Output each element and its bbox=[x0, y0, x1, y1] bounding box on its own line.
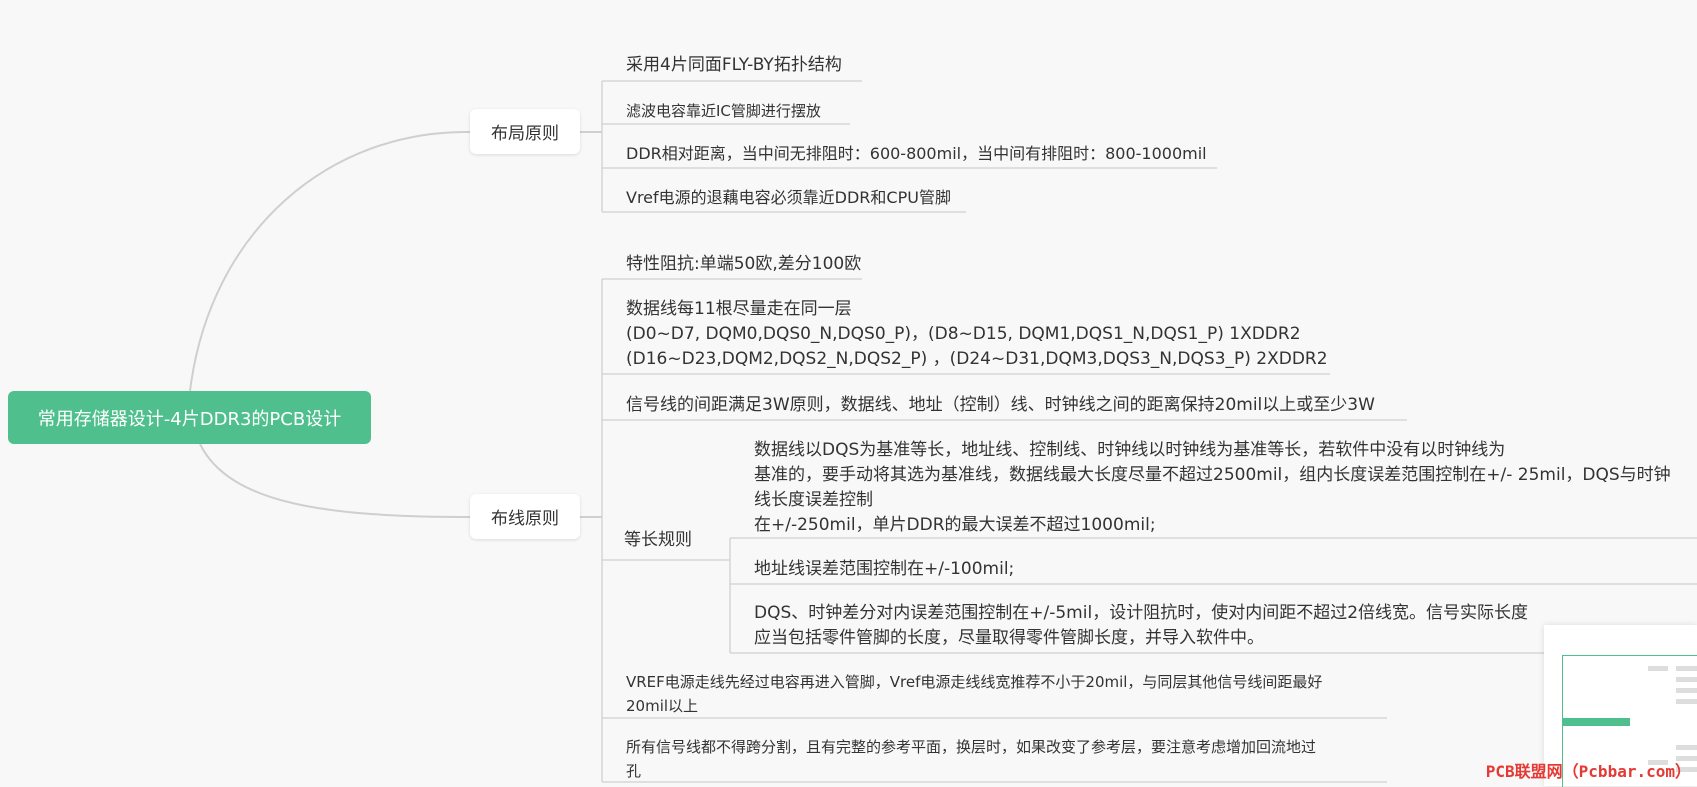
minimap-node bbox=[1676, 745, 1697, 750]
minimap-node bbox=[1676, 666, 1697, 671]
vref-line-1: VREF电源走线先经过电容再进入管脚，Vref电源走线线宽推荐不小于20mil，… bbox=[626, 673, 1323, 691]
routing-item-data-lines[interactable]: 数据线每11根尽量走在同一层 (D0~D7, DQM0,DQS0_N,DQS0_… bbox=[626, 297, 1328, 372]
rule-data-line-2: 基准的，要手动将其选为基准线，数据线最大长度尽量不超过2500mil，组内长度误… bbox=[754, 465, 1671, 485]
rule-dqs-line-2: 应当包括零件管脚的长度，尽量取得零件管脚长度，并导入软件中。 bbox=[754, 628, 1264, 648]
routing-item-spacing[interactable]: 信号线的间距满足3W原则，数据线、地址（控制）线、时钟线之间的距离保持20mil… bbox=[626, 393, 1375, 418]
rule-data-line-3: 线长度误差控制 bbox=[754, 490, 873, 510]
branch-routing-principles[interactable]: 布线原则 bbox=[470, 494, 580, 539]
watermark-text: PCB联盟网（Pcbbar.com） bbox=[1485, 762, 1691, 781]
layout-item-filter-cap[interactable]: 滤波电容靠近IC管脚进行摆放 bbox=[626, 99, 821, 123]
minimap-root-marker bbox=[1563, 718, 1630, 726]
equal-length-rule-dqs-clock[interactable]: DQS、时钟差分对内误差范围控制在+/-5mil，设计阻抗时，使对内间距不超过2… bbox=[754, 601, 1528, 651]
equal-length-rule-address[interactable]: 地址线误差范围控制在+/-100mil; bbox=[754, 557, 1014, 582]
minimap-node bbox=[1648, 666, 1668, 671]
equal-length-rule-data[interactable]: 数据线以DQS为基准等长，地址线、控制线、时钟线以时钟线为基准等长，若软件中没有… bbox=[754, 438, 1671, 538]
routing-item-vref[interactable]: VREF电源走线先经过电容再进入管脚，Vref电源走线线宽推荐不小于20mil，… bbox=[626, 670, 1322, 718]
root-topic[interactable]: 常用存储器设计-4片DDR3的PCB设计 bbox=[8, 391, 371, 444]
vref-line-2: 20mil以上 bbox=[626, 697, 699, 715]
layout-item-vref-cap[interactable]: Vref电源的退藕电容必须靠近DDR和CPU管脚 bbox=[626, 186, 951, 210]
routing-item-reference-plane[interactable]: 所有信号线都不得跨分割，且有完整的参考平面，换层时，如果改变了参考层，要注意考虑… bbox=[626, 735, 1316, 783]
routing-item-impedance[interactable]: 特性阻抗:单端50欧,差分100欧 bbox=[626, 252, 861, 277]
plane-line-1: 所有信号线都不得跨分割，且有完整的参考平面，换层时，如果改变了参考层，要注意考虑… bbox=[626, 738, 1317, 756]
data-lines-line-3: (D16~D23,DQM2,DQS2_N,DQS2_P) ，(D24~D31,D… bbox=[626, 349, 1328, 369]
minimap-node bbox=[1676, 699, 1697, 704]
minimap-node bbox=[1676, 677, 1697, 682]
layout-item-flyby[interactable]: 采用4片同面FLY-BY拓扑结构 bbox=[626, 53, 842, 78]
rule-dqs-line-1: DQS、时钟差分对内误差范围控制在+/-5mil，设计阻抗时，使对内间距不超过2… bbox=[754, 603, 1529, 623]
plane-line-2: 孔 bbox=[626, 762, 642, 780]
routing-item-equal-length[interactable]: 等长规则 bbox=[624, 525, 692, 550]
minimap-node bbox=[1676, 688, 1697, 693]
layout-item-ddr-distance[interactable]: DDR相对距离，当中间无排阻时：600-800mil，当中间有排阻时：800-1… bbox=[626, 142, 1207, 166]
branch-layout-principles[interactable]: 布局原则 bbox=[470, 109, 580, 154]
rule-data-line-4: 在+/-250mil，单片DDR的最大误差不超过1000mil; bbox=[754, 515, 1156, 535]
data-lines-line-2: (D0~D7, DQM0,DQS0_N,DQS0_P)，(D8~D15, DQM… bbox=[626, 324, 1301, 344]
rule-data-line-1: 数据线以DQS为基准等长，地址线、控制线、时钟线以时钟线为基准等长，若软件中没有… bbox=[754, 440, 1506, 460]
data-lines-line-1: 数据线每11根尽量走在同一层 bbox=[626, 299, 852, 319]
